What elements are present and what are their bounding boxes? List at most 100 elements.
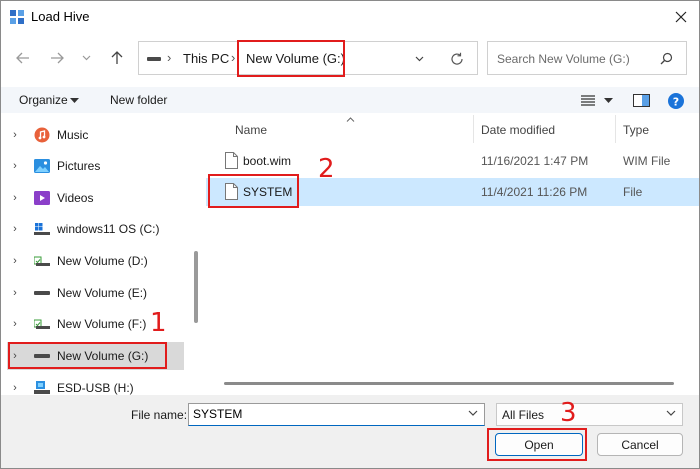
chevron-down-icon[interactable] [415,56,424,62]
navigation-scrollbar[interactable] [194,251,198,323]
chevron-right-icon[interactable]: › [7,129,23,141]
file-row-system[interactable]: SYSTEM 11/4/2021 11:26 PM File [206,178,699,206]
pictures-icon [33,158,51,174]
usb-drive-icon [33,380,51,395]
svg-text:?: ? [673,96,679,109]
registry-icon [10,10,24,24]
view-options-icon[interactable] [581,95,595,106]
nav-item-music[interactable]: › Music [7,121,184,149]
chevron-down-icon[interactable] [666,408,676,418]
file-type: File [623,185,643,199]
search-box[interactable]: Search New Volume (G:) [487,41,687,75]
arrow-up-icon [111,51,123,64]
new-folder-button[interactable]: New folder [110,93,167,107]
caret-down-icon[interactable] [604,98,613,103]
music-icon [33,127,51,143]
chevron-right-icon[interactable]: › [7,160,23,172]
nav-item-windows11-os-c[interactable]: › windows11 OS (C:) [7,215,184,243]
command-bar: Organize New folder ? [1,87,699,113]
column-divider[interactable] [473,115,474,143]
file-row-boot-wim[interactable]: boot.wim 11/16/2021 1:47 PM WIM File [206,147,699,175]
close-button[interactable] [669,5,693,29]
nav-item-label: ESD-USB (H:) [57,381,134,395]
chevron-right-icon[interactable]: › [7,223,23,235]
arrow-right-icon [51,52,64,64]
chevron-right-icon[interactable]: › [7,382,23,394]
chevron-down-icon[interactable] [468,408,478,418]
chevron-right-icon[interactable]: › [7,287,23,299]
nav-item-esd-usb-h[interactable]: › ESD-USB (H:) [7,374,184,395]
breadcrumb-new-volume-g[interactable]: New Volume (G:) [246,51,345,66]
horizontal-scrollbar[interactable] [224,382,674,385]
file-name: SYSTEM [243,185,293,199]
videos-icon [33,190,51,206]
nav-item-videos[interactable]: › Videos [7,184,184,212]
file-name-input[interactable] [193,407,455,421]
file-name: boot.wim [243,154,292,168]
chevron-right-icon[interactable]: › [7,318,23,330]
navigation-pane: › Music › Pictures › Videos › windows11 … [1,113,194,395]
refresh-icon[interactable] [450,52,464,66]
column-header-name[interactable]: Name [235,123,267,137]
sort-ascending-icon [346,117,355,122]
nav-item-label: New Volume (F:) [57,317,147,331]
nav-item-new-volume-g[interactable]: › New Volume (G:) [7,342,184,370]
breadcrumb-this-pc[interactable]: This PC [183,51,229,66]
open-button[interactable]: Open [495,433,583,456]
chevron-right-icon[interactable]: › [7,350,23,362]
file-type: WIM File [623,154,671,168]
drive-icon [33,253,51,269]
file-date: 11/4/2021 11:26 PM [481,185,588,199]
breadcrumb-separator: › [231,50,236,65]
chevron-down-icon [82,55,90,61]
annotation-step-1: 1 [150,308,167,338]
file-name-combobox[interactable] [188,403,485,426]
annotation-step-3: 3 [560,398,577,428]
caret-down-icon[interactable] [70,98,79,103]
breadcrumb-separator: › [167,50,172,65]
recent-locations-button[interactable] [77,46,95,70]
organize-button[interactable]: Organize [19,93,68,107]
file-type-filter[interactable]: All Files [496,403,683,426]
file-date: 11/16/2021 1:47 PM [481,154,589,168]
nav-item-new-volume-d[interactable]: › New Volume (D:) [7,247,184,275]
nav-item-label: New Volume (D:) [57,254,148,268]
file-name-label: File name: [131,408,188,422]
cancel-button[interactable]: Cancel [597,433,683,456]
arrow-left-icon [16,52,29,64]
forward-button[interactable] [45,46,69,70]
file-icon [225,183,238,200]
file-type-filter-value: All Files [502,408,545,422]
column-divider[interactable] [615,115,616,143]
close-icon [675,11,687,23]
drive-icon [33,316,51,332]
preview-pane-icon[interactable] [633,94,650,107]
nav-item-label: New Volume (E:) [57,286,148,300]
load-hive-dialog: Load Hive › This PC › New Volume (G:) Se… [0,0,700,469]
annotation-step-2: 2 [318,154,335,184]
column-header-date[interactable]: Date modified [481,123,555,137]
chevron-right-icon[interactable]: › [7,192,23,204]
search-icon [660,52,673,65]
drive-icon [33,285,51,301]
nav-item-label: Videos [57,191,94,205]
nav-item-pictures[interactable]: › Pictures [7,152,184,180]
nav-item-label: windows11 OS (C:) [57,222,160,236]
nav-item-label: Pictures [57,159,101,173]
column-header-type[interactable]: Type [623,123,649,137]
drive-icon [33,348,51,364]
nav-item-new-volume-e[interactable]: › New Volume (E:) [7,279,184,307]
search-placeholder: Search New Volume (G:) [497,52,630,66]
up-button[interactable] [105,46,129,70]
title-bar: Load Hive [1,1,699,33]
nav-item-label: Music [57,128,89,142]
help-icon[interactable]: ? [668,93,684,109]
nav-item-label: New Volume (G:) [57,349,149,363]
file-icon [225,152,238,169]
drive-icon [147,57,161,61]
back-button[interactable] [11,46,35,70]
window-title: Load Hive [31,9,90,24]
windows-drive-icon [33,221,51,237]
chevron-right-icon[interactable]: › [7,255,23,267]
address-bar[interactable]: › This PC › New Volume (G:) [138,41,478,75]
